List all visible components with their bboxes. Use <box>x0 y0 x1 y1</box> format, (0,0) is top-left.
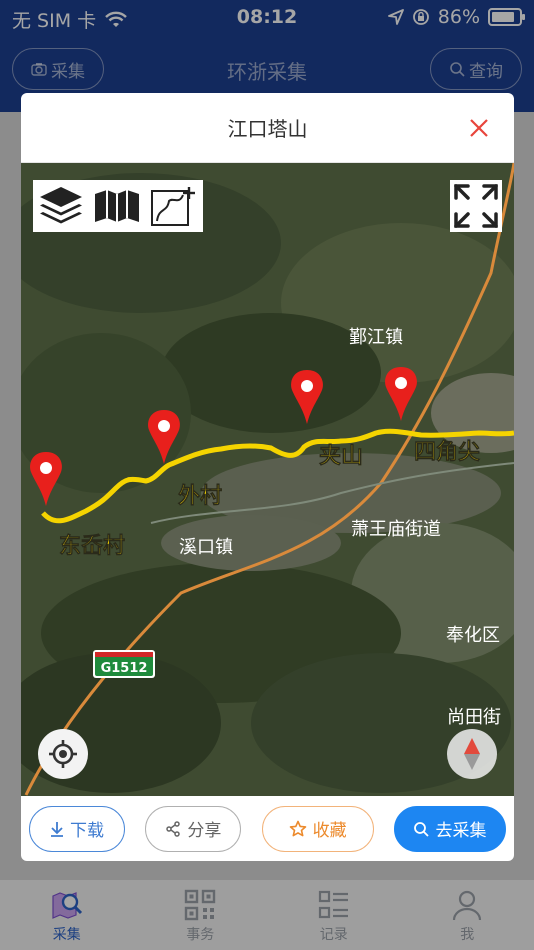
route-modal: 江口塔山 东岙村 外村 夹山 四角尖 鄞江镇 萧王庙街道 溪口镇 奉化区 尚田街… <box>21 93 514 861</box>
marker-label-sijiaojian: 四角尖 <box>414 439 480 465</box>
download-label: 下载 <box>70 821 104 841</box>
modal-header: 江口塔山 <box>21 93 514 163</box>
highway-badge: G1512 <box>93 650 155 678</box>
share-icon <box>166 820 181 837</box>
terrain-patches <box>21 173 514 793</box>
compass-icon <box>464 738 480 770</box>
place-label-xikou: 溪口镇 <box>179 537 233 558</box>
download-icon <box>51 821 63 837</box>
marker-label-jiashan: 夹山 <box>319 444 363 469</box>
star-icon <box>289 820 306 836</box>
fullscreen-button[interactable] <box>450 180 502 232</box>
satellite-map[interactable]: 东岙村 外村 夹山 四角尖 鄞江镇 萧王庙街道 溪口镇 奉化区 尚田街 G151… <box>21 163 514 796</box>
expand-icon <box>454 184 498 228</box>
modal-footer: 下载 分享 收藏 去采集 <box>21 796 514 861</box>
favorite-label: 收藏 <box>312 821 347 841</box>
search-icon <box>414 821 430 837</box>
place-label-shangtian: 尚田街 <box>447 707 501 728</box>
map-toolbar <box>33 180 203 232</box>
marker-label-waicun: 外村 <box>178 483 222 509</box>
close-icon[interactable] <box>466 115 492 141</box>
highway-badge-text: G1512 <box>101 661 148 676</box>
place-label-yinjiang: 鄞江镇 <box>349 327 403 348</box>
go-collect-button[interactable]: 去采集 <box>393 805 506 852</box>
favorite-button[interactable]: 收藏 <box>261 805 374 852</box>
locate-button[interactable] <box>38 729 88 779</box>
place-label-fenghua: 奉化区 <box>446 625 500 646</box>
layers-icon[interactable] <box>37 184 85 228</box>
map-canvas[interactable]: 东岙村 外村 夹山 四角尖 鄞江镇 萧王庙街道 溪口镇 奉化区 尚田街 G151… <box>21 163 514 796</box>
compass-button[interactable] <box>447 729 497 779</box>
download-button[interactable]: 下载 <box>29 805 125 852</box>
share-button[interactable]: 分享 <box>145 805 242 852</box>
draw-area-icon[interactable] <box>149 183 199 229</box>
crosshair-icon <box>49 740 77 768</box>
modal-title: 江口塔山 <box>227 117 308 141</box>
place-label-xiaowangmiao: 萧王庙街道 <box>351 519 441 540</box>
go-collect-label: 去采集 <box>435 821 487 841</box>
map-icon[interactable] <box>93 186 141 226</box>
share-label: 分享 <box>187 821 222 841</box>
marker-label-dongao: 东岙村 <box>59 533 125 559</box>
